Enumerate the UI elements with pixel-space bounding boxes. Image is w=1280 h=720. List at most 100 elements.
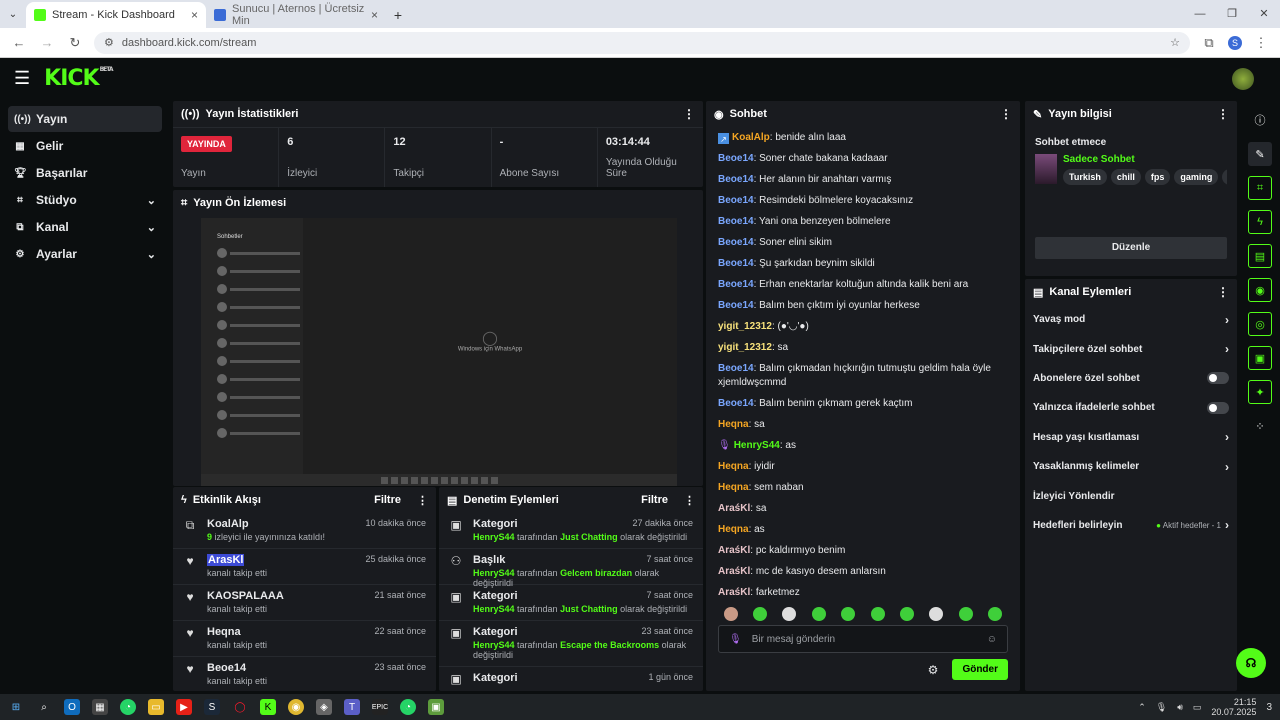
action-slow-mode[interactable]: Yavaş mod › bbox=[1025, 305, 1237, 334]
send-button[interactable]: Gönder bbox=[952, 659, 1008, 680]
feed-user[interactable]: KoalAlp bbox=[207, 518, 249, 530]
chat-username[interactable]: AraśKl bbox=[718, 587, 750, 598]
kick-app-icon[interactable]: K bbox=[260, 699, 276, 715]
kick-logo[interactable]: KICKBETA bbox=[44, 66, 113, 91]
close-icon[interactable]: × bbox=[191, 8, 198, 22]
network-icon[interactable]: ▭ bbox=[1193, 702, 1202, 713]
steam-icon[interactable]: S bbox=[204, 699, 220, 715]
sidebar-item-gelir[interactable]: ▦ Gelir bbox=[8, 133, 162, 159]
minecraft-icon[interactable]: ▣ bbox=[428, 699, 444, 715]
chat-username[interactable]: Beoe14 bbox=[718, 363, 754, 374]
more-options-icon[interactable]: ⋮ bbox=[684, 494, 695, 507]
app-icon[interactable]: ◈ bbox=[316, 699, 332, 715]
action-followers-only[interactable]: Takipçilere özel sohbet › bbox=[1025, 334, 1237, 363]
emote-icon[interactable] bbox=[870, 607, 885, 621]
chat-username[interactable]: AraśKl bbox=[718, 503, 750, 514]
mod-user[interactable]: HenryS44 bbox=[473, 532, 515, 542]
emotes-only-toggle[interactable] bbox=[1207, 401, 1229, 414]
chat-username[interactable]: Heqna bbox=[718, 524, 749, 535]
user-avatar[interactable] bbox=[1232, 68, 1254, 90]
chat-username[interactable]: Beoe14 bbox=[718, 300, 754, 311]
chat-username[interactable]: AraśKl bbox=[718, 545, 750, 556]
action-banned-words[interactable]: Yasaklanmış kelimeler › bbox=[1025, 452, 1237, 481]
search-icon[interactable]: ⌕ bbox=[36, 699, 52, 715]
subscribers-only-toggle[interactable] bbox=[1207, 372, 1229, 385]
forward-icon[interactable]: → bbox=[38, 35, 56, 50]
chat-username[interactable]: Beoe14 bbox=[718, 216, 754, 227]
more-options-icon[interactable]: ⋮ bbox=[1217, 107, 1229, 121]
chat-icon[interactable]: ◉ bbox=[1248, 278, 1272, 302]
emote-icon[interactable] bbox=[988, 607, 1003, 621]
emote-icon[interactable] bbox=[753, 607, 768, 621]
emote-icon[interactable] bbox=[958, 607, 973, 621]
chat-messages[interactable]: ↗ KoalAlp: benide alın laaa Beoe14: Soner … bbox=[706, 127, 1020, 603]
emote-icon[interactable] bbox=[811, 607, 826, 621]
channel-icon[interactable]: ▣ bbox=[1248, 346, 1272, 370]
chat-username[interactable]: Beoe14 bbox=[718, 258, 754, 269]
address-bar[interactable]: ⚙ dashboard.kick.com/stream ☆ bbox=[94, 31, 1190, 54]
document-icon[interactable]: ▤ bbox=[1248, 244, 1272, 268]
filter-button[interactable]: Filtre bbox=[641, 494, 668, 506]
profile-avatar[interactable]: S bbox=[1228, 35, 1242, 50]
extensions-icon[interactable]: ⧉ bbox=[1200, 35, 1218, 51]
store-icon[interactable]: ▦ bbox=[92, 699, 108, 715]
chat-username[interactable]: Beoe14 bbox=[718, 398, 754, 409]
chat-username[interactable]: Beoe14 bbox=[718, 153, 754, 164]
stream-preview-video[interactable]: Sohbetler ◯ Windows için WhatsApp bbox=[201, 218, 677, 486]
maximize-icon[interactable]: ❐ bbox=[1216, 0, 1248, 28]
teams-icon[interactable]: T bbox=[344, 699, 360, 715]
emoji-icon[interactable]: ☺ bbox=[987, 634, 997, 645]
chat-username[interactable]: Beoe14 bbox=[718, 174, 754, 185]
browser-menu-icon[interactable]: ⋮ bbox=[1252, 35, 1270, 51]
help-support-icon[interactable]: ☊ bbox=[1236, 648, 1266, 678]
reload-icon[interactable]: ↻ bbox=[66, 35, 84, 51]
wrench-icon[interactable]: ✦ bbox=[1248, 380, 1272, 404]
emote-icon[interactable] bbox=[841, 607, 856, 621]
chat-username[interactable]: Heqna bbox=[718, 482, 749, 493]
chat-username[interactable]: HenryS44 bbox=[734, 440, 780, 451]
window-close-icon[interactable]: ✕ bbox=[1248, 0, 1280, 28]
tab-list-icon[interactable]: ⌄ bbox=[0, 2, 26, 28]
emote-icon[interactable] bbox=[929, 607, 944, 621]
youtube-icon[interactable]: ▶ bbox=[176, 699, 192, 715]
chat-username[interactable]: Heqna bbox=[718, 419, 749, 430]
feed-user[interactable]: Beoe14 bbox=[207, 662, 246, 674]
tab-aternos[interactable]: Sunucu | Aternos | Ücretsiz Min × bbox=[206, 2, 386, 28]
hamburger-menu-icon[interactable]: ☰ bbox=[14, 68, 30, 89]
info-icon[interactable]: ⓘ bbox=[1248, 108, 1272, 132]
sidebar-item-studyo[interactable]: ⌗ Stüdyo ⌄ bbox=[8, 187, 162, 213]
folder-icon[interactable]: ▭ bbox=[148, 699, 164, 715]
windows-start-icon[interactable]: ⊞ bbox=[8, 699, 24, 715]
back-icon[interactable]: ← bbox=[10, 35, 28, 50]
gear-icon[interactable]: ⚙ bbox=[928, 663, 939, 677]
action-host[interactable]: İzleyici Yönlendir bbox=[1025, 481, 1237, 510]
outlook-icon[interactable]: O bbox=[64, 699, 80, 715]
chat-username[interactable]: AraśKl bbox=[718, 566, 750, 577]
feed-user[interactable]: KAOSPALAAA bbox=[207, 590, 284, 602]
bookmark-star-icon[interactable]: ☆ bbox=[1170, 36, 1180, 49]
chat-username[interactable]: Heqna bbox=[718, 461, 749, 472]
chat-username[interactable]: yigit_12312 bbox=[718, 342, 772, 353]
edit-button[interactable]: Düzenle bbox=[1035, 237, 1227, 259]
chat-username[interactable]: yigit_12312 bbox=[718, 321, 772, 332]
more-widgets-icon[interactable]: ⁘ bbox=[1248, 414, 1272, 438]
broadcast-icon[interactable]: ◎ bbox=[1248, 312, 1272, 336]
emote-icon[interactable] bbox=[900, 607, 915, 621]
whatsapp-icon[interactable]: ◔ bbox=[120, 699, 136, 715]
feed-user[interactable]: ArasKl bbox=[207, 554, 245, 566]
mic-icon[interactable]: 🎙︎ bbox=[1156, 702, 1167, 713]
action-account-age[interactable]: Hesap yaşı kısıtlaması › bbox=[1025, 423, 1237, 452]
chrome-icon[interactable]: ◉ bbox=[288, 699, 304, 715]
notification-icon[interactable]: 3 bbox=[1266, 702, 1272, 713]
filter-button[interactable]: Filtre bbox=[374, 494, 401, 506]
clock[interactable]: 21:15 20.07.2025 bbox=[1211, 697, 1256, 717]
lightning-icon[interactable]: ϟ bbox=[1248, 210, 1272, 234]
mod-user[interactable]: HenryS44 bbox=[473, 604, 515, 614]
chat-input[interactable]: 🎙︎ Bir mesaj gönderin ☺ bbox=[718, 625, 1008, 653]
volume-icon[interactable]: 🔊︎ bbox=[1177, 702, 1183, 713]
chat-username[interactable]: Beoe14 bbox=[718, 279, 754, 290]
opera-icon[interactable]: ◯ bbox=[232, 699, 248, 715]
new-tab-icon[interactable]: + bbox=[386, 2, 410, 28]
tab-kick-dashboard[interactable]: Stream - Kick Dashboard × bbox=[26, 2, 206, 28]
emote-icon[interactable] bbox=[723, 607, 738, 621]
